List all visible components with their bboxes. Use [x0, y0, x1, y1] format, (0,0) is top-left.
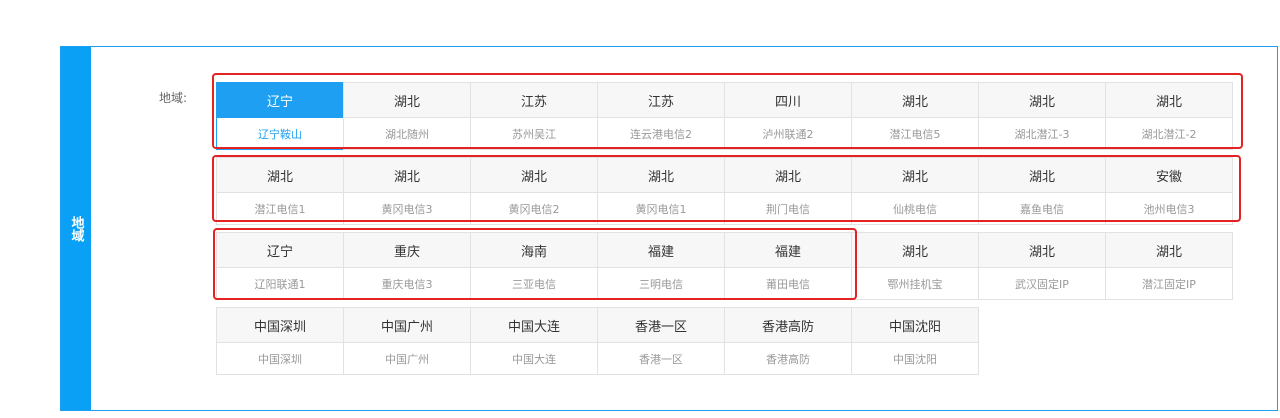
region-option-province: 湖北: [344, 158, 470, 193]
region-option-line: 辽宁鞍山: [217, 118, 343, 149]
region-option-line: 连云港电信2: [598, 118, 724, 149]
region-option-province: 湖北: [979, 83, 1105, 118]
region-option-province: 四川: [725, 83, 851, 118]
region-option[interactable]: 安徽 池州电信3: [1105, 157, 1233, 225]
region-option[interactable]: 中国深圳 中国深圳: [216, 307, 344, 375]
region-option-province: 湖北: [852, 233, 978, 268]
region-option[interactable]: 湖北 黄冈电信3: [343, 157, 471, 225]
region-option-province: 中国深圳: [217, 308, 343, 343]
region-row: 中国深圳 中国深圳 中国广州 中国广州 中国大连 中国大连 香港一区 香港一区 香港高防 香港高防…: [216, 307, 1241, 375]
region-option[interactable]: 江苏 苏州吴江: [470, 82, 598, 150]
region-option[interactable]: 湖北 黄冈电信1: [597, 157, 725, 225]
region-option[interactable]: 湖北 潜江电信1: [216, 157, 344, 225]
region-option-line: 三明电信: [598, 268, 724, 299]
region-row: 辽宁 辽宁鞍山 湖北 湖北随州 江苏 苏州吴江 江苏 连云港电信2 四川 泸州联通2 湖北 潜江电信5…: [216, 82, 1241, 150]
region-field-label: 地域:: [159, 91, 188, 105]
region-option[interactable]: 中国大连 中国大连: [470, 307, 598, 375]
region-option-line: 仙桃电信: [852, 193, 978, 224]
region-option[interactable]: 辽宁 辽宁鞍山: [216, 82, 344, 150]
region-option-line: 湖北潜江-2: [1106, 118, 1232, 149]
region-option-province: 湖北: [217, 158, 343, 193]
region-option-province: 中国沈阳: [852, 308, 978, 343]
region-option-line: 潜江电信1: [217, 193, 343, 224]
region-option-province: 中国广州: [344, 308, 470, 343]
region-option-province: 湖北: [471, 158, 597, 193]
region-option[interactable]: 湖北 武汉固定IP: [978, 232, 1106, 300]
region-option-province: 湖北: [1106, 233, 1232, 268]
region-option-line: 黄冈电信2: [471, 193, 597, 224]
region-option-province: 安徽: [1106, 158, 1232, 193]
region-option-line: 辽阳联通1: [217, 268, 343, 299]
region-option-province: 湖北: [852, 158, 978, 193]
region-option-province: 中国大连: [471, 308, 597, 343]
region-option-province: 湖北: [852, 83, 978, 118]
region-option[interactable]: 湖北 荆门电信: [724, 157, 852, 225]
region-option-line: 池州电信3: [1106, 193, 1232, 224]
region-option-line: 苏州吴江: [471, 118, 597, 149]
region-option[interactable]: 海南 三亚电信: [470, 232, 598, 300]
region-option-line: 重庆电信3: [344, 268, 470, 299]
region-side-tab-label: 地域: [68, 215, 84, 242]
region-option-province: 辽宁: [217, 233, 343, 268]
region-option-province: 湖北: [1106, 83, 1232, 118]
region-option-line: 湖北潜江-3: [979, 118, 1105, 149]
region-option-province: 江苏: [471, 83, 597, 118]
region-option-province: 湖北: [344, 83, 470, 118]
region-option[interactable]: 湖北 潜江固定IP: [1105, 232, 1233, 300]
region-option-province: 江苏: [598, 83, 724, 118]
region-option-line: 嘉鱼电信: [979, 193, 1105, 224]
region-option[interactable]: 湖北 仙桃电信: [851, 157, 979, 225]
region-option-line: 潜江固定IP: [1106, 268, 1232, 299]
region-option-province: 湖北: [598, 158, 724, 193]
region-option[interactable]: 香港一区 香港一区: [597, 307, 725, 375]
region-option-province: 海南: [471, 233, 597, 268]
region-option-province: 重庆: [344, 233, 470, 268]
region-option[interactable]: 重庆 重庆电信3: [343, 232, 471, 300]
region-option-line: 三亚电信: [471, 268, 597, 299]
region-row: 辽宁 辽阳联通1 重庆 重庆电信3 海南 三亚电信 福建 三明电信 福建 莆田电信 湖北 鄂州挂机宝湖…: [216, 232, 1241, 300]
region-option-province: 湖北: [979, 233, 1105, 268]
region-option[interactable]: 湖北 鄂州挂机宝: [851, 232, 979, 300]
region-option-line: 潜江电信5: [852, 118, 978, 149]
region-option[interactable]: 辽宁 辽阳联通1: [216, 232, 344, 300]
region-option-line: 黄冈电信3: [344, 193, 470, 224]
region-option-line: 武汉固定IP: [979, 268, 1105, 299]
region-option[interactable]: 中国广州 中国广州: [343, 307, 471, 375]
region-option-line: 鄂州挂机宝: [852, 268, 978, 299]
region-side-tab[interactable]: 地域: [61, 47, 91, 410]
region-option[interactable]: 福建 莆田电信: [724, 232, 852, 300]
region-option-line: 中国广州: [344, 343, 470, 374]
region-row: 湖北 潜江电信1 湖北 黄冈电信3 湖北 黄冈电信2 湖北 黄冈电信1 湖北 荆门电信 湖北 仙桃电信…: [216, 157, 1241, 225]
region-grid: 辽宁 辽宁鞍山 湖北 湖北随州 江苏 苏州吴江 江苏 连云港电信2 四川 泸州联通2 湖北 潜江电信5…: [216, 82, 1241, 382]
region-option[interactable]: 四川 泸州联通2: [724, 82, 852, 150]
region-option-line: 荆门电信: [725, 193, 851, 224]
region-option-line: 中国大连: [471, 343, 597, 374]
region-option[interactable]: 福建 三明电信: [597, 232, 725, 300]
region-option-province: 湖北: [725, 158, 851, 193]
region-option[interactable]: 湖北 湖北潜江-3: [978, 82, 1106, 150]
region-option[interactable]: 湖北 潜江电信5: [851, 82, 979, 150]
region-option-line: 香港一区: [598, 343, 724, 374]
region-option-province: 湖北: [979, 158, 1105, 193]
region-option-province: 香港一区: [598, 308, 724, 343]
region-option[interactable]: 湖北 黄冈电信2: [470, 157, 598, 225]
region-option[interactable]: 湖北 湖北随州: [343, 82, 471, 150]
region-option[interactable]: 中国沈阳 中国沈阳: [851, 307, 979, 375]
region-option-line: 黄冈电信1: [598, 193, 724, 224]
region-option[interactable]: 湖北 嘉鱼电信: [978, 157, 1106, 225]
region-option-line: 泸州联通2: [725, 118, 851, 149]
region-option[interactable]: 江苏 连云港电信2: [597, 82, 725, 150]
region-option-line: 莆田电信: [725, 268, 851, 299]
region-option-line: 中国沈阳: [852, 343, 978, 374]
region-option-line: 湖北随州: [344, 118, 470, 149]
region-option-line: 香港高防: [725, 343, 851, 374]
region-option-line: 中国深圳: [217, 343, 343, 374]
region-option-province: 福建: [598, 233, 724, 268]
region-option[interactable]: 香港高防 香港高防: [724, 307, 852, 375]
region-option-province: 福建: [725, 233, 851, 268]
region-option[interactable]: 湖北 湖北潜江-2: [1105, 82, 1233, 150]
region-option-province: 香港高防: [725, 308, 851, 343]
region-option-province: 辽宁: [217, 83, 343, 118]
